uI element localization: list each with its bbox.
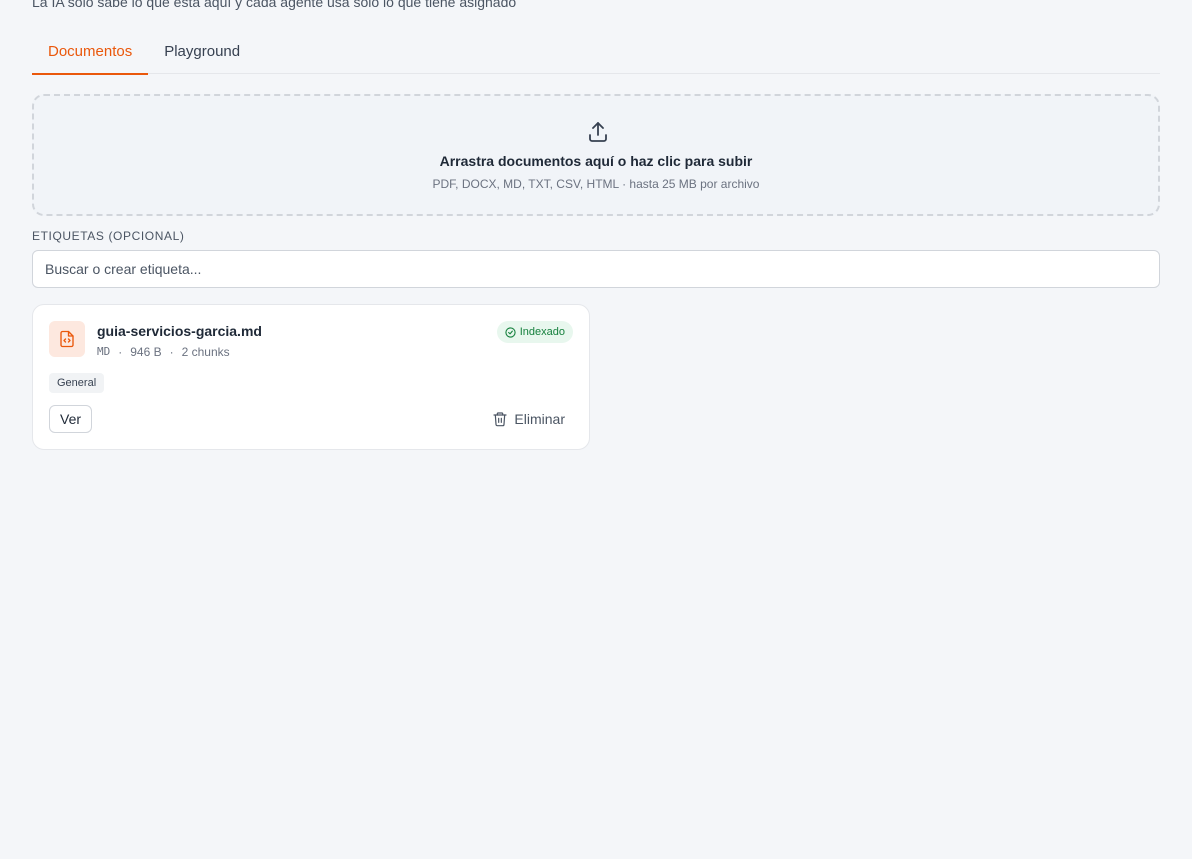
document-card: guia-servicios-garcia.md MD · 946 B · 2 …: [32, 304, 590, 450]
delete-button[interactable]: Eliminar: [484, 405, 573, 433]
check-circle-icon: [505, 326, 516, 338]
status-label: Indexado: [519, 326, 565, 338]
file-code-icon: [49, 321, 85, 357]
knowledge-page: La IA solo sabe lo que está aquí y cada …: [0, 0, 1192, 859]
meta-separator: ·: [169, 345, 174, 359]
tab-documentos[interactable]: Documentos: [32, 30, 149, 75]
document-size: 946 B: [130, 345, 162, 359]
delete-label: Eliminar: [514, 411, 565, 427]
dropzone-title: Arrastra documentos aquí o haz clic para…: [439, 153, 753, 169]
tab-bar: Documentos Playground: [32, 30, 1160, 75]
trash-icon: [493, 412, 508, 427]
page-subtitle: La IA solo sabe lo que está aquí y cada …: [32, 0, 517, 10]
upload-dropzone[interactable]: Arrastra documentos aquí o haz clic para…: [32, 94, 1160, 216]
upload-icon: [589, 122, 607, 142]
status-badge: Indexado: [496, 321, 573, 343]
tab-playground[interactable]: Playground: [148, 30, 256, 74]
document-meta: MD · 946 B · 2 chunks: [97, 345, 230, 359]
tags-search-input[interactable]: [32, 250, 1160, 288]
document-name[interactable]: guia-servicios-garcia.md: [97, 323, 262, 339]
document-type: MD: [97, 345, 111, 358]
dropzone-hint: PDF, DOCX, MD, TXT, CSV, HTML · hasta 25…: [432, 177, 760, 191]
document-chunks: 2 chunks: [181, 345, 230, 359]
meta-separator: ·: [118, 345, 123, 359]
view-button[interactable]: Ver: [49, 405, 93, 433]
tags-label: ETIQUETAS (OPCIONAL): [32, 229, 185, 243]
tag-chip: General: [49, 373, 105, 393]
